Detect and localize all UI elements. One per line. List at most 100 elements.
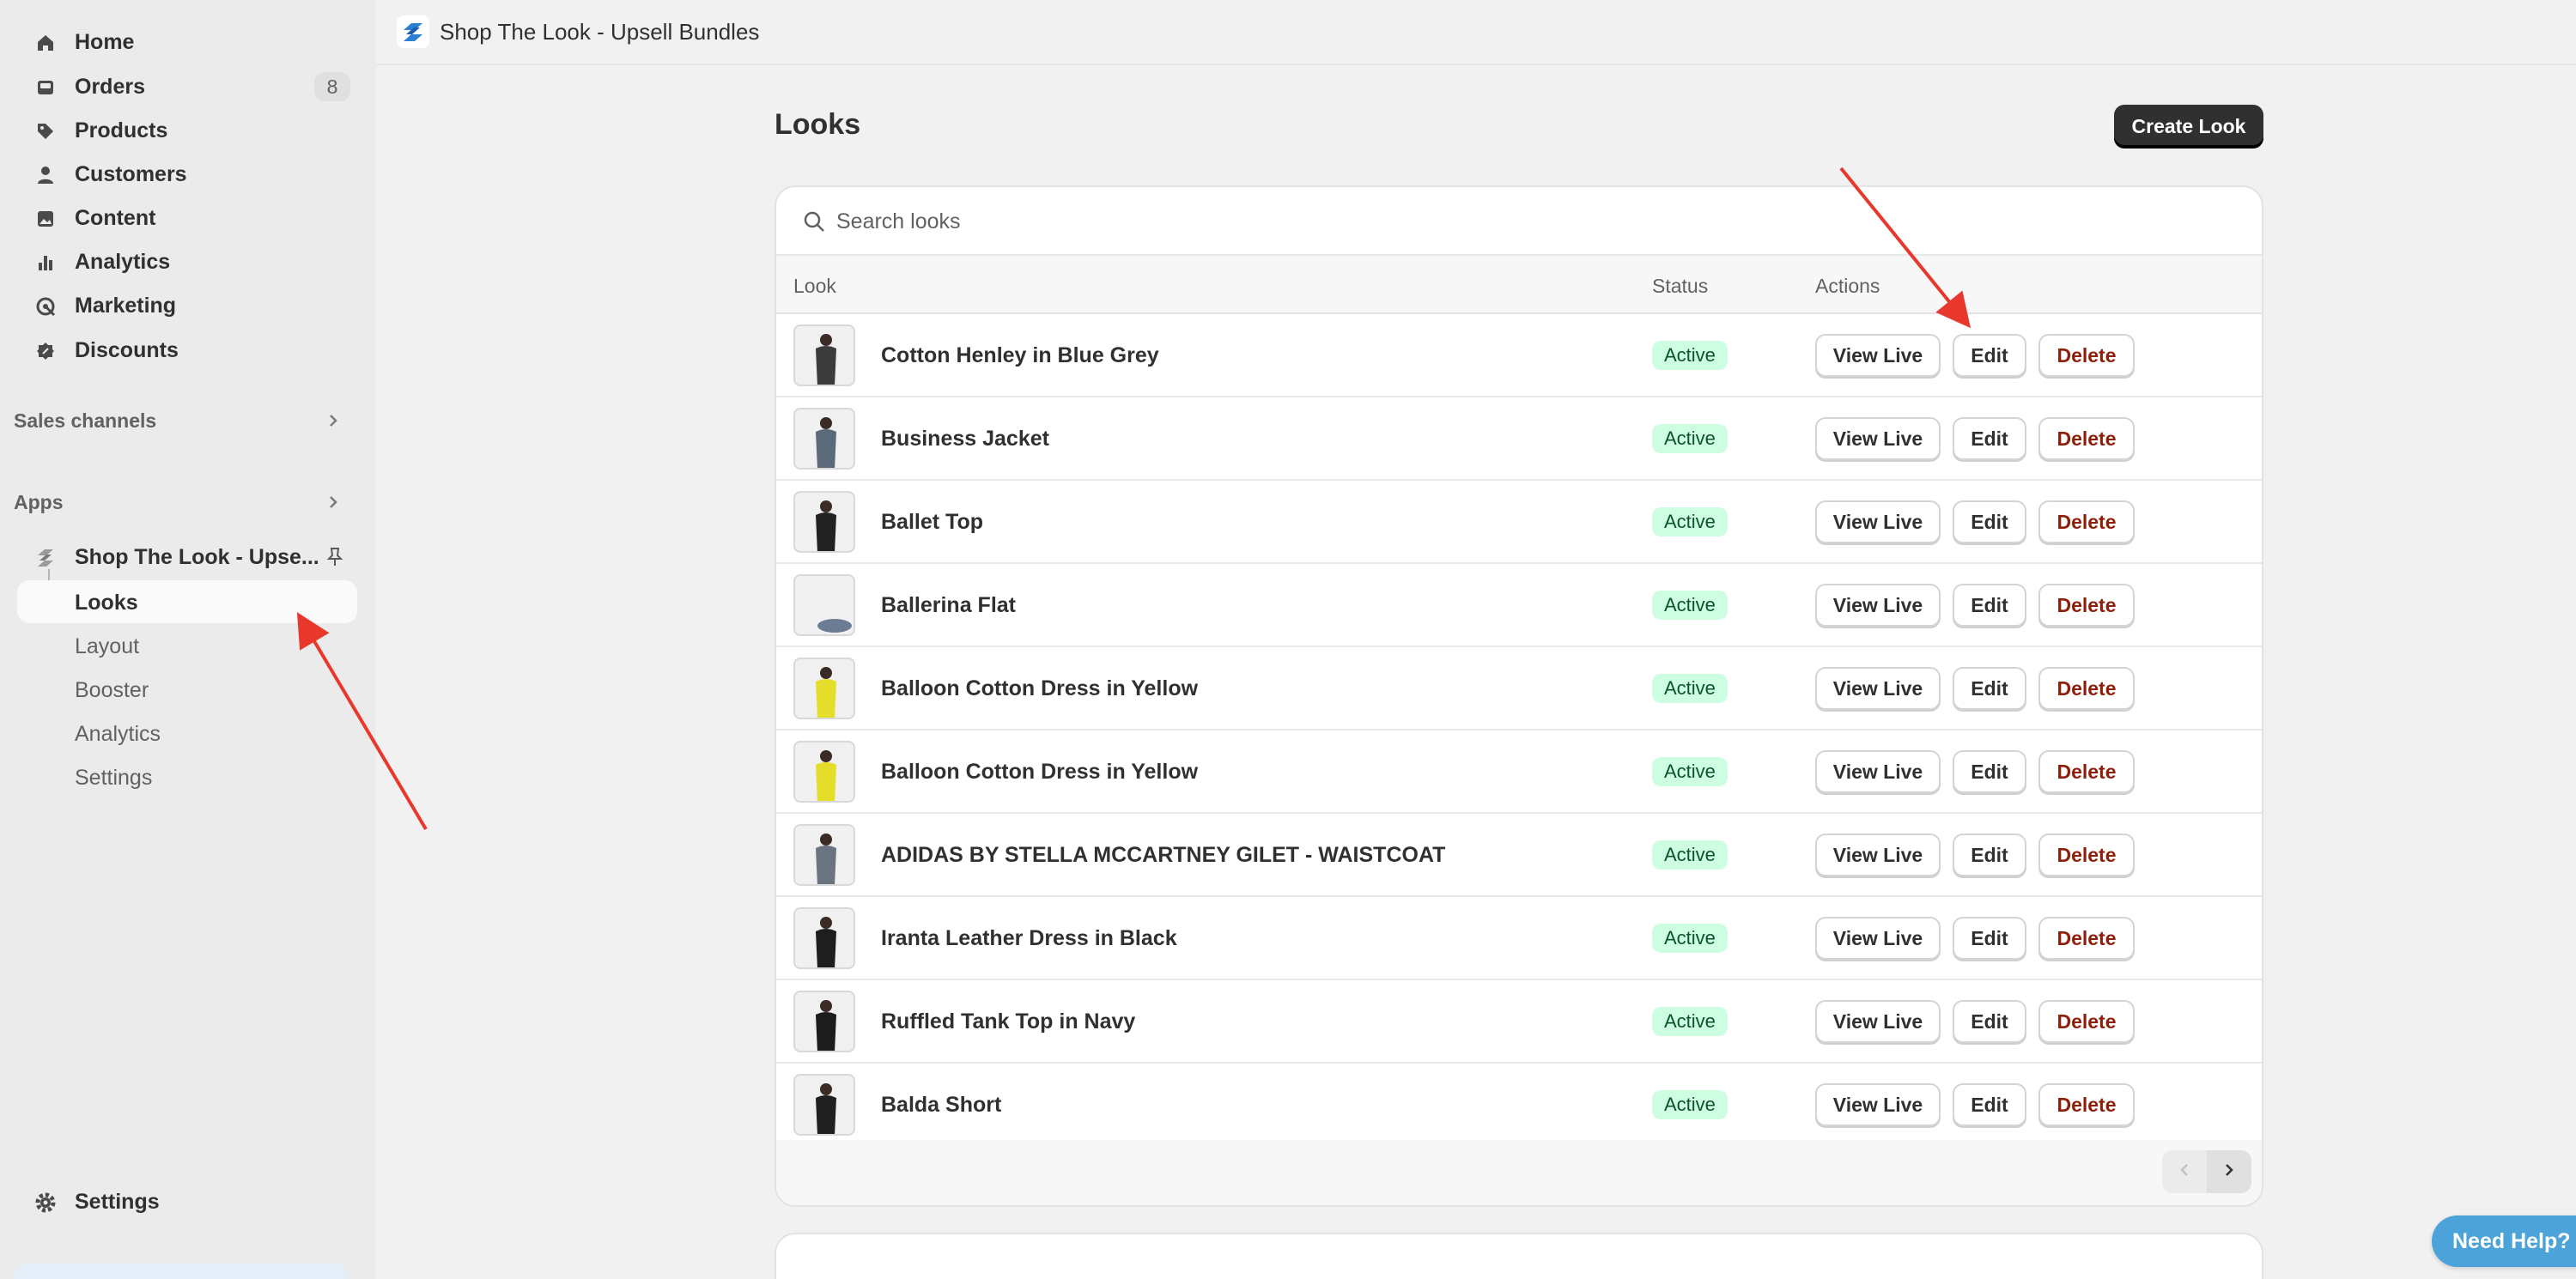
nav-settings-label: Settings bbox=[75, 1189, 160, 1214]
app-nav-settings[interactable]: Settings bbox=[17, 755, 357, 798]
look-name[interactable]: Ruffled Tank Top in Navy bbox=[881, 1009, 1135, 1034]
looks-table-card: Look Status Actions Cotton Henley in Blu… bbox=[775, 185, 2263, 1207]
apps-label: Apps bbox=[14, 490, 64, 513]
look-name[interactable]: ADIDAS BY STELLA MCCARTNEY GILET - WAIST… bbox=[881, 843, 1445, 868]
look-name[interactable]: Balloon Cotton Dress in Yellow bbox=[881, 676, 1198, 701]
chevron-left-icon bbox=[2176, 1160, 2193, 1185]
delete-button[interactable]: Delete bbox=[2038, 917, 2135, 960]
nav-discounts[interactable]: Discounts bbox=[17, 329, 357, 372]
need-help-button[interactable]: Need Help? bbox=[2432, 1215, 2576, 1267]
pin-icon[interactable] bbox=[325, 546, 345, 573]
nav-analytics[interactable]: Analytics bbox=[17, 240, 357, 283]
person-icon bbox=[34, 164, 57, 186]
delete-button[interactable]: Delete bbox=[2038, 417, 2135, 460]
look-name[interactable]: Ballet Top bbox=[881, 510, 983, 535]
app-nav-looks[interactable]: Looks bbox=[17, 580, 357, 623]
edit-button[interactable]: Edit bbox=[1953, 1083, 2026, 1126]
edit-button[interactable]: Edit bbox=[1953, 417, 2026, 460]
next-page-button[interactable] bbox=[2207, 1150, 2251, 1193]
app-nav-booster[interactable]: Booster bbox=[17, 668, 357, 711]
nav-customers[interactable]: Customers bbox=[17, 153, 357, 196]
chevron-right-icon bbox=[325, 410, 342, 436]
search-bar bbox=[776, 187, 2262, 256]
nav-products-label: Products bbox=[75, 118, 168, 142]
delete-button[interactable]: Delete bbox=[2038, 334, 2135, 377]
view-live-button[interactable]: View Live bbox=[1815, 500, 1941, 543]
delete-button[interactable]: Delete bbox=[2038, 584, 2135, 627]
nav-marketing[interactable]: Marketing bbox=[17, 284, 357, 327]
look-name[interactable]: Iranta Leather Dress in Black bbox=[881, 926, 1177, 951]
view-live-button[interactable]: View Live bbox=[1815, 750, 1941, 793]
view-live-button[interactable]: View Live bbox=[1815, 667, 1941, 710]
look-name[interactable]: Cotton Henley in Blue Grey bbox=[881, 343, 1159, 368]
help-card bbox=[775, 1233, 2263, 1279]
edit-button[interactable]: Edit bbox=[1953, 584, 2026, 627]
orders-count-badge: 8 bbox=[314, 72, 350, 101]
edit-button[interactable]: Edit bbox=[1953, 500, 2026, 543]
nav-home-label: Home bbox=[75, 29, 135, 54]
look-name[interactable]: Balloon Cotton Dress in Yellow bbox=[881, 760, 1198, 785]
discount-icon bbox=[34, 340, 57, 362]
nav-home[interactable]: Home bbox=[17, 21, 357, 64]
page-title: Looks bbox=[775, 108, 861, 141]
table-row: Business Jacket Active View Live Edit De… bbox=[776, 397, 2262, 481]
edit-button[interactable]: Edit bbox=[1953, 334, 2026, 377]
table-row: Ruffled Tank Top in Navy Active View Liv… bbox=[776, 980, 2262, 1064]
look-thumbnail bbox=[793, 491, 855, 553]
look-thumbnail bbox=[793, 824, 855, 886]
app-nav-looks-label: Looks bbox=[75, 591, 138, 615]
pagination-bar bbox=[776, 1140, 2262, 1205]
app-nav-analytics[interactable]: Analytics bbox=[17, 712, 357, 755]
edit-button[interactable]: Edit bbox=[1953, 667, 2026, 710]
view-live-button[interactable]: View Live bbox=[1815, 334, 1941, 377]
delete-button[interactable]: Delete bbox=[2038, 833, 2135, 876]
view-live-button[interactable]: View Live bbox=[1815, 417, 1941, 460]
delete-button[interactable]: Delete bbox=[2038, 500, 2135, 543]
target-icon bbox=[34, 295, 57, 318]
nav-orders[interactable]: Orders 8 bbox=[17, 65, 357, 108]
app-nav-layout[interactable]: Layout bbox=[17, 624, 357, 667]
delete-button[interactable]: Delete bbox=[2038, 1083, 2135, 1126]
nav-analytics-label: Analytics bbox=[75, 249, 171, 274]
view-live-button[interactable]: View Live bbox=[1815, 1083, 1941, 1126]
app-header: Shop The Look - Upsell Bundles bbox=[376, 0, 2576, 65]
edit-button[interactable]: Edit bbox=[1953, 1000, 2026, 1043]
col-status: Status bbox=[1652, 275, 1709, 297]
nav-products[interactable]: Products bbox=[17, 109, 357, 152]
inbox-icon bbox=[34, 76, 57, 99]
view-live-button[interactable]: View Live bbox=[1815, 917, 1941, 960]
sales-channels-header[interactable]: Sales channels bbox=[14, 403, 354, 438]
look-name[interactable]: Balda Short bbox=[881, 1093, 1001, 1118]
app-nav-settings-label: Settings bbox=[75, 766, 153, 790]
sales-channels-label: Sales channels bbox=[14, 409, 157, 432]
apps-header[interactable]: Apps bbox=[14, 485, 354, 519]
view-live-button[interactable]: View Live bbox=[1815, 584, 1941, 627]
edit-button[interactable]: Edit bbox=[1953, 750, 2026, 793]
chevron-right-icon bbox=[2221, 1160, 2238, 1185]
status-badge: Active bbox=[1652, 1007, 1728, 1036]
edit-button[interactable]: Edit bbox=[1953, 917, 2026, 960]
nav-orders-label: Orders bbox=[75, 74, 145, 99]
delete-button[interactable]: Delete bbox=[2038, 667, 2135, 710]
table-row: Ballet Top Active View Live Edit Delete bbox=[776, 481, 2262, 564]
look-name[interactable]: Business Jacket bbox=[881, 427, 1049, 452]
delete-button[interactable]: Delete bbox=[2038, 1000, 2135, 1043]
app-logo-icon bbox=[397, 15, 429, 48]
nav-content[interactable]: Content bbox=[17, 197, 357, 239]
app-shop-the-look[interactable]: Shop The Look - Upse... bbox=[17, 536, 357, 579]
previous-page-button[interactable] bbox=[2162, 1150, 2207, 1193]
view-live-button[interactable]: View Live bbox=[1815, 1000, 1941, 1043]
search-input[interactable] bbox=[836, 203, 2227, 240]
nav-settings[interactable]: Settings bbox=[17, 1180, 357, 1223]
status-badge: Active bbox=[1652, 757, 1728, 786]
status-badge: Active bbox=[1652, 1090, 1728, 1119]
status-badge: Active bbox=[1652, 591, 1728, 620]
edit-button[interactable]: Edit bbox=[1953, 833, 2026, 876]
create-look-button[interactable]: Create Look bbox=[2114, 105, 2263, 148]
view-live-button[interactable]: View Live bbox=[1815, 833, 1941, 876]
look-name[interactable]: Ballerina Flat bbox=[881, 593, 1016, 618]
nav-customers-label: Customers bbox=[75, 161, 187, 186]
delete-button[interactable]: Delete bbox=[2038, 750, 2135, 793]
pagination bbox=[2162, 1150, 2251, 1193]
search-icon bbox=[802, 209, 826, 238]
